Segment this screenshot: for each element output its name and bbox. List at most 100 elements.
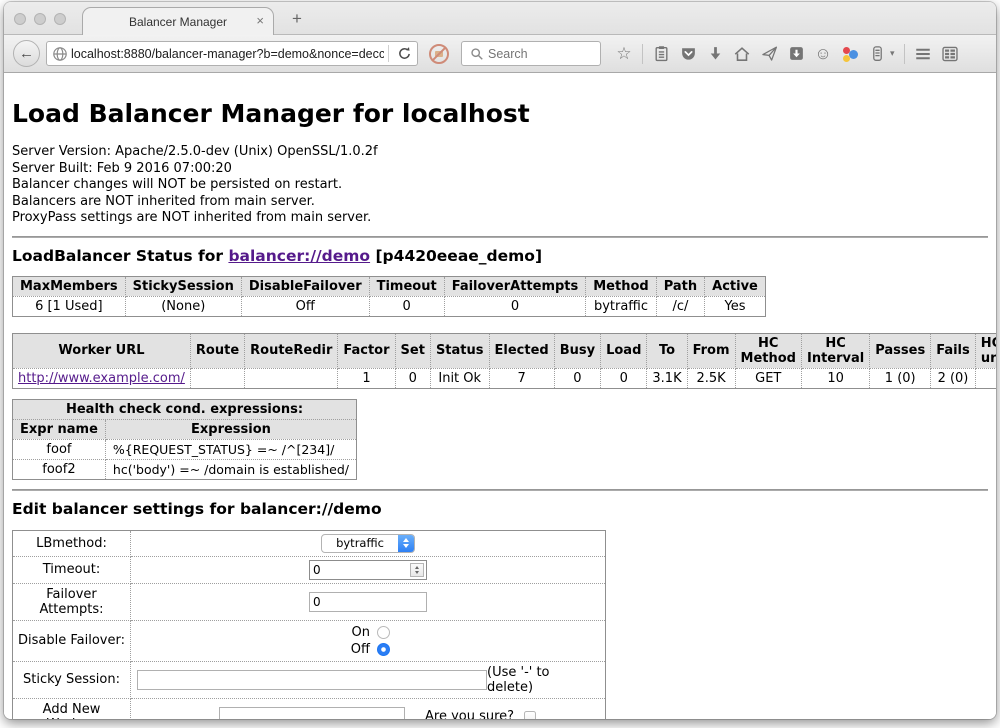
close-window-button[interactable] [14, 13, 26, 25]
table-header-row: MaxMembers StickySession DisableFailover… [13, 276, 766, 296]
zoom-window-button[interactable] [54, 13, 66, 25]
cell: 1 (0) [870, 368, 931, 388]
table-header-row: Worker URL Route RouteRedir Factor Set S… [13, 333, 997, 368]
expression-cell: hc('body') =~ /domain is established/ [105, 459, 356, 479]
loadbalancer-status-heading: LoadBalancer Status for balancer://demo … [12, 247, 988, 265]
table-title-row: Health check cond. expressions: [13, 399, 357, 419]
home-icon[interactable] [733, 45, 751, 63]
add-worker-input[interactable] [219, 707, 405, 719]
browser-window: Balancer Manager × + ← [4, 2, 996, 719]
download-box-icon[interactable] [787, 45, 805, 63]
cell: /c/ [656, 296, 704, 316]
toolbar-icons: ☆ ☺ [615, 44, 959, 64]
col-header: Factor [338, 333, 395, 368]
minimize-window-button[interactable] [34, 13, 46, 25]
col-header: Path [656, 276, 704, 296]
timeout-input[interactable] [310, 561, 408, 579]
overflow-caret-icon[interactable]: ▾ [890, 48, 895, 59]
expression-cell: %{REQUEST_STATUS} =~ /^[234]/ [105, 439, 356, 459]
url-input[interactable] [69, 46, 386, 62]
col-header: Fails [931, 333, 976, 368]
new-tab-button[interactable]: + [288, 9, 306, 29]
url-bar[interactable] [46, 41, 418, 66]
col-header: From [687, 333, 735, 368]
container-battery-icon[interactable] [868, 45, 886, 63]
cell: 6 [1 Used] [13, 296, 126, 316]
table-row: foof2 hc('body') =~ /domain is establish… [13, 459, 357, 479]
col-header: Busy [554, 333, 600, 368]
failover-off-radio[interactable] [377, 643, 390, 656]
add-worker-label: Add New Worker: [13, 698, 131, 719]
col-header: DisableFailover [241, 276, 369, 296]
plugin-blocked-icon[interactable] [429, 44, 449, 64]
color-dots-icon[interactable] [841, 45, 859, 63]
search-input[interactable] [486, 46, 594, 62]
balancer-settings-form: LBmethod: bytraffic Timeout: [12, 530, 606, 719]
cell: 0 [369, 296, 444, 316]
notice-line: ProxyPass settings are NOT inherited fro… [12, 210, 988, 227]
bookmark-star-icon[interactable]: ☆ [615, 45, 633, 63]
form-row-sticky-session: Sticky Session: (Use '-' to delete) [13, 661, 606, 698]
failover-on-radio[interactable] [377, 626, 390, 639]
reload-icon[interactable] [395, 45, 413, 63]
urlbar-divider [388, 45, 389, 62]
back-button[interactable]: ← [13, 40, 40, 67]
col-header: To [647, 333, 687, 368]
cell: Yes [705, 296, 766, 316]
menu-hamburger-icon[interactable] [914, 45, 932, 63]
notice-line: Balancer changes will NOT be persisted o… [12, 177, 988, 194]
sticky-session-input[interactable] [137, 670, 487, 690]
radio-option-off: Off [135, 641, 601, 658]
col-header: Load [601, 333, 647, 368]
chat-smiley-icon[interactable]: ☺ [814, 45, 832, 63]
search-bar[interactable] [461, 41, 601, 66]
grid-panel-icon[interactable] [941, 45, 959, 63]
failover-attempts-label: Failover Attempts: [13, 583, 131, 620]
disable-failover-label: Disable Failover: [13, 620, 131, 661]
are-you-sure-label: Are you sure? [425, 709, 514, 719]
cell: 0 [395, 368, 430, 388]
server-built-line: Server Built: Feb 9 2016 07:00:20 [12, 161, 988, 178]
downloads-icon[interactable] [706, 45, 724, 63]
window-controls [14, 13, 66, 25]
worker-url-link[interactable]: http://www.example.com/ [18, 371, 185, 386]
navigation-toolbar: ← ☆ [4, 35, 996, 73]
number-stepper-icon[interactable] [410, 563, 424, 577]
lbmethod-label: LBmethod: [13, 530, 131, 556]
cell: 2.5K [687, 368, 735, 388]
col-header: RouteRedir [245, 333, 338, 368]
select-arrows-icon [398, 534, 414, 553]
reading-list-icon[interactable] [652, 45, 670, 63]
balancer-demo-link[interactable]: balancer://demo [228, 247, 370, 265]
form-row-failover-attempts: Failover Attempts: [13, 583, 606, 620]
form-row-lbmethod: LBmethod: bytraffic [13, 530, 606, 556]
send-plane-icon[interactable] [760, 45, 778, 63]
section-divider [12, 489, 988, 491]
site-identity-globe-icon[interactable] [51, 45, 69, 63]
lbmethod-select[interactable]: bytraffic [321, 534, 415, 553]
toolbar-divider [904, 44, 905, 64]
page-title: Load Balancer Manager for localhost [12, 99, 988, 128]
edit-settings-heading: Edit balancer settings for balancer://de… [12, 500, 988, 518]
cell: 10 [801, 368, 869, 388]
col-header: Worker URL [13, 333, 191, 368]
cell: 0 [601, 368, 647, 388]
search-icon [468, 45, 486, 63]
cell: 1 [338, 368, 395, 388]
radio-option-on: On [135, 624, 601, 641]
cell: 3.1K [647, 368, 687, 388]
tab-title: Balancer Manager [129, 15, 227, 29]
pocket-icon[interactable] [679, 45, 697, 63]
server-info: Server Version: Apache/2.5.0-dev (Unix) … [12, 144, 988, 227]
cell: (None) [125, 296, 241, 316]
cell: 0 [554, 368, 600, 388]
browser-tab[interactable]: Balancer Manager × [82, 7, 274, 35]
col-header: Elected [489, 333, 554, 368]
cell [975, 368, 996, 388]
are-you-sure-checkbox[interactable] [524, 711, 536, 719]
balancer-status-table: MaxMembers StickySession DisableFailover… [12, 276, 766, 317]
col-header: MaxMembers [13, 276, 126, 296]
tab-close-icon[interactable]: × [256, 13, 264, 29]
failover-attempts-input[interactable] [309, 592, 427, 612]
page-content: Load Balancer Manager for localhost Serv… [4, 99, 996, 719]
